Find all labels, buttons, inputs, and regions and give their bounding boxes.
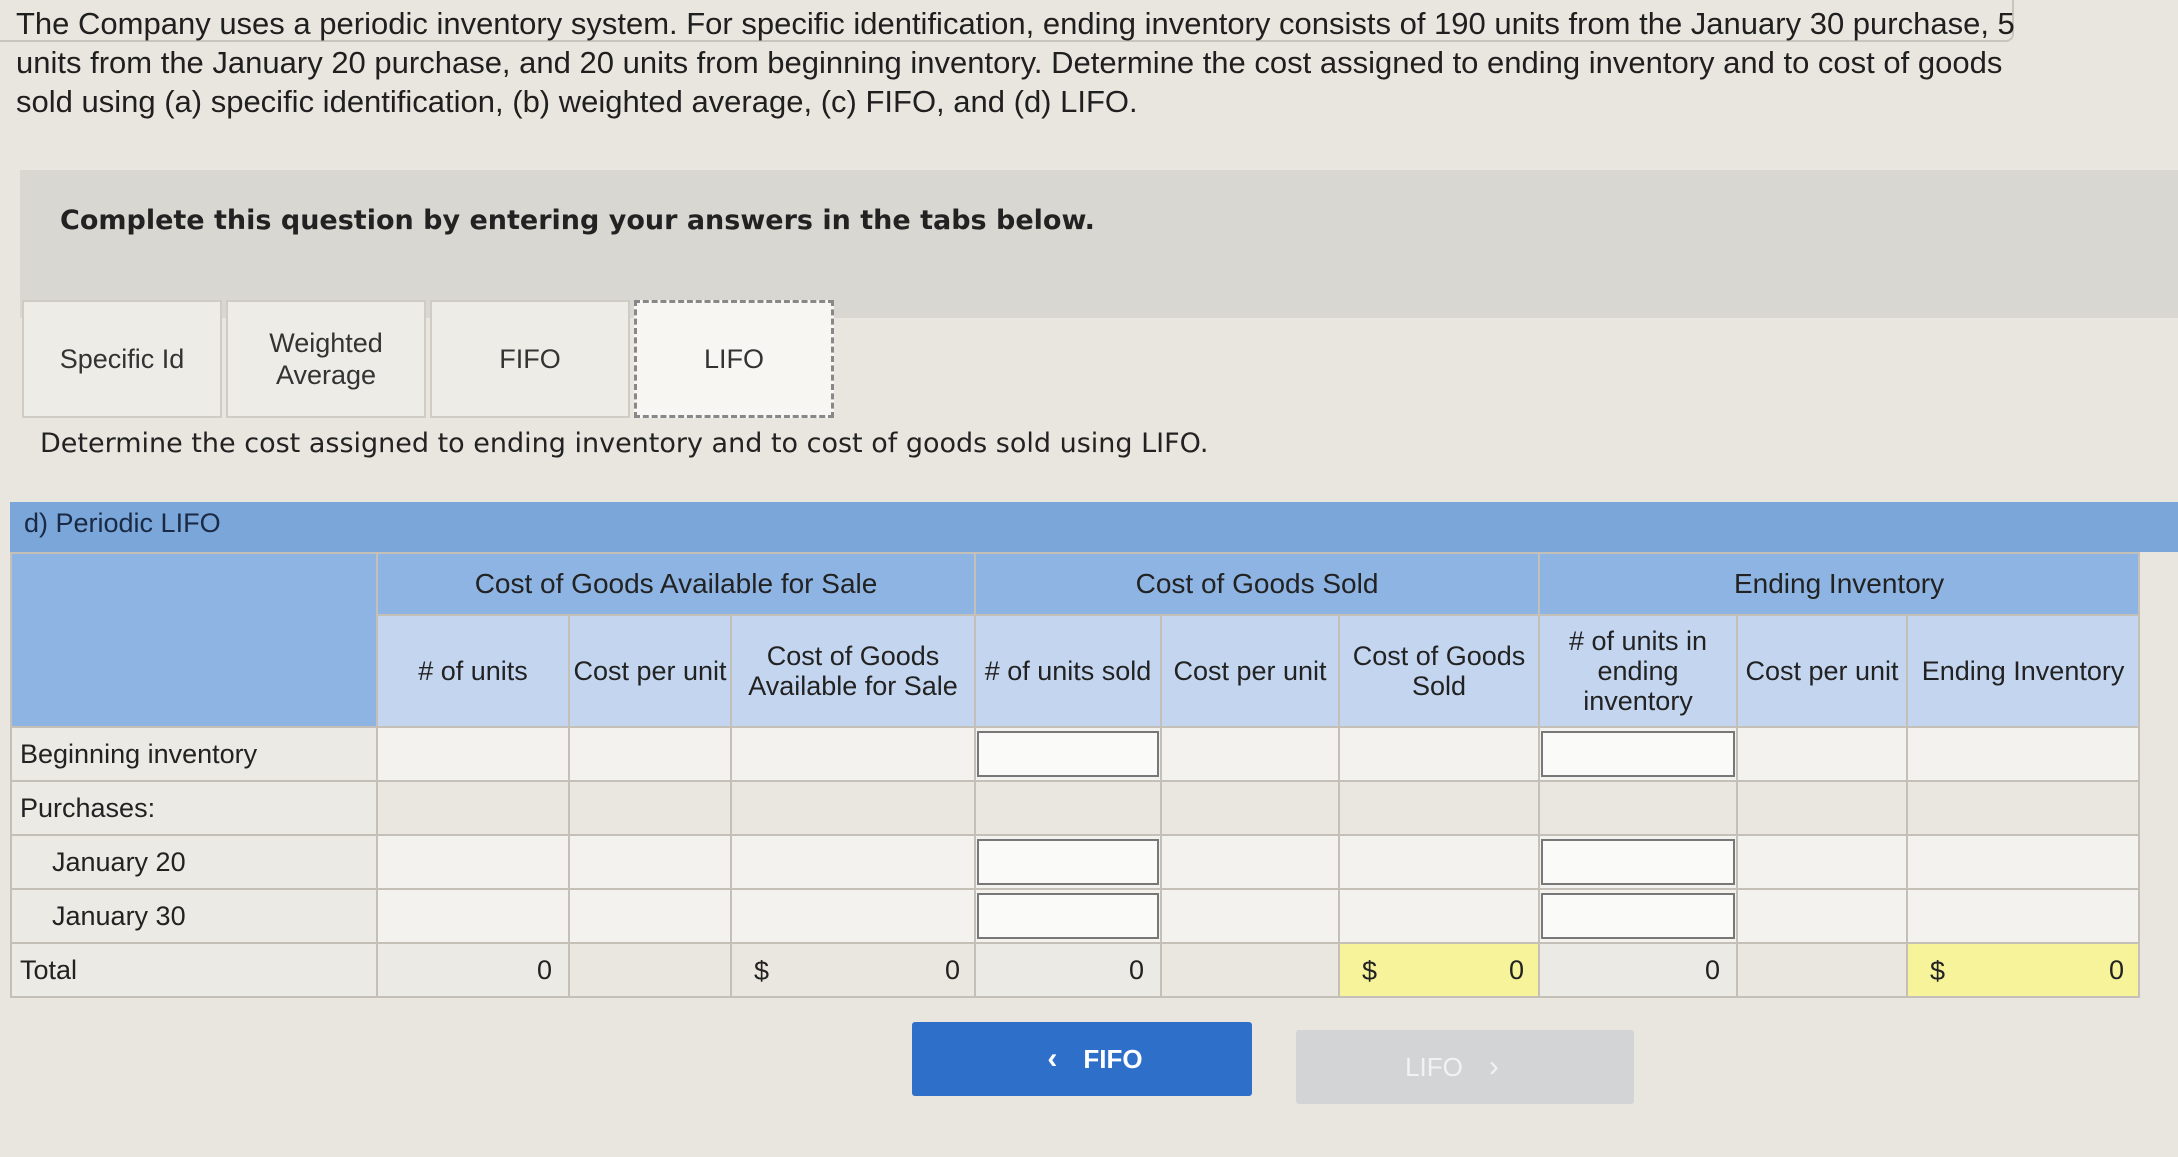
group-header-available: Cost of Goods Available for Sale bbox=[375, 552, 977, 616]
units-ending-input[interactable] bbox=[1538, 726, 1739, 782]
col-ending-cost-per-unit: Cost per unit bbox=[1736, 614, 1909, 728]
empty-cell bbox=[568, 780, 732, 836]
currency-symbol: $ bbox=[1362, 956, 1378, 986]
row-label-beginning-inventory: Beginning inventory bbox=[10, 726, 378, 782]
tab-specific-id[interactable]: Specific Id bbox=[22, 300, 222, 418]
ending-inventory-input[interactable] bbox=[1906, 726, 2141, 782]
next-button-label: LIFO bbox=[1405, 1051, 1463, 1082]
total-units: 0 bbox=[376, 942, 570, 998]
empty-cell bbox=[1736, 780, 1909, 836]
ending-cost-per-unit-input[interactable] bbox=[1736, 834, 1909, 890]
ending-inventory-input[interactable] bbox=[1906, 888, 2141, 944]
table-row: January 20 bbox=[10, 834, 2141, 890]
currency-symbol: $ bbox=[754, 956, 770, 986]
sold-cost-per-unit-input[interactable] bbox=[1160, 888, 1341, 944]
empty-cell bbox=[1906, 780, 2141, 836]
chevron-right-icon: › bbox=[1488, 1050, 1499, 1083]
total-ending-inventory: $0 bbox=[1906, 942, 2141, 998]
col-units-ending: # of units in ending inventory bbox=[1538, 614, 1739, 728]
group-header-sold: Cost of Goods Sold bbox=[974, 552, 1541, 616]
cogas-input[interactable] bbox=[729, 726, 977, 782]
total-row: Total 0 $0 0 $0 0 $0 bbox=[10, 942, 2141, 998]
currency-symbol: $ bbox=[1930, 956, 1946, 986]
section-title: d) Periodic LIFO bbox=[24, 508, 221, 538]
units-ending-input[interactable] bbox=[1538, 834, 1739, 890]
cogas-input[interactable] bbox=[729, 834, 977, 890]
total-units-ending: 0 bbox=[1538, 942, 1739, 998]
col-units-sold: # of units sold bbox=[974, 614, 1163, 728]
cost-per-unit-input[interactable] bbox=[568, 834, 732, 890]
ending-inventory-input[interactable] bbox=[1906, 834, 2141, 890]
units-sold-input[interactable] bbox=[974, 888, 1163, 944]
total-units-sold: 0 bbox=[974, 942, 1163, 998]
empty-cell bbox=[376, 780, 570, 836]
cogs-input[interactable] bbox=[1338, 834, 1541, 890]
group-header-ending: Ending Inventory bbox=[1538, 552, 2141, 616]
empty-cell bbox=[1538, 780, 1739, 836]
col-sold-cost-per-unit: Cost per unit bbox=[1160, 614, 1341, 728]
units-sold-input[interactable] bbox=[974, 726, 1163, 782]
cost-per-unit-input[interactable] bbox=[568, 888, 732, 944]
lifo-table: Cost of Goods Available for Sale Cost of… bbox=[10, 552, 2141, 998]
cogas-input[interactable] bbox=[729, 888, 977, 944]
ending-cost-per-unit-input[interactable] bbox=[1736, 888, 1909, 944]
instruction-bar bbox=[20, 170, 2178, 318]
col-units: # of units bbox=[376, 614, 570, 728]
total-ending-inventory-value: 0 bbox=[2109, 954, 2125, 985]
cogs-input[interactable] bbox=[1338, 726, 1541, 782]
total-cogs-value: 0 bbox=[1509, 954, 1525, 985]
empty-cell bbox=[1338, 780, 1541, 836]
row-label-header bbox=[10, 552, 378, 728]
prev-fifo-button[interactable]: ‹ FIFO bbox=[912, 1022, 1252, 1096]
empty-cell bbox=[1736, 942, 1909, 998]
total-cogas-value: 0 bbox=[944, 954, 961, 985]
empty-cell bbox=[1160, 942, 1341, 998]
empty-cell bbox=[729, 780, 977, 836]
tab-fifo[interactable]: FIFO bbox=[430, 300, 630, 418]
col-cogs: Cost of Goods Sold bbox=[1338, 614, 1541, 728]
section-header bbox=[10, 502, 2178, 552]
row-label-total: Total bbox=[10, 942, 378, 998]
table-row: Purchases: bbox=[10, 780, 2141, 836]
total-cogas: $0 bbox=[729, 942, 977, 998]
empty-cell bbox=[568, 942, 732, 998]
row-label-january-30: January 30 bbox=[10, 888, 378, 944]
subinstruction-text: Determine the cost assigned to ending in… bbox=[40, 428, 1209, 459]
row-label-purchases: Purchases: bbox=[10, 780, 378, 836]
units-sold-input[interactable] bbox=[974, 834, 1163, 890]
units-ending-input[interactable] bbox=[1538, 888, 1739, 944]
cogs-input[interactable] bbox=[1338, 888, 1541, 944]
col-cogas: Cost of Goods Available for Sale bbox=[729, 614, 977, 728]
chevron-left-icon: ‹ bbox=[1047, 1042, 1058, 1075]
ending-cost-per-unit-input[interactable] bbox=[1736, 726, 1909, 782]
table-row: January 30 bbox=[10, 888, 2141, 944]
col-ending-inventory: Ending Inventory bbox=[1906, 614, 2141, 728]
units-input[interactable] bbox=[376, 888, 570, 944]
empty-cell bbox=[1160, 780, 1341, 836]
empty-cell bbox=[974, 780, 1163, 836]
question-text: The Company uses a periodic inventory sy… bbox=[16, 6, 2015, 119]
sold-cost-per-unit-input[interactable] bbox=[1160, 834, 1341, 890]
row-label-january-20: January 20 bbox=[10, 834, 378, 890]
prev-button-label: FIFO bbox=[1083, 1043, 1143, 1074]
instruction-text: Complete this question by entering your … bbox=[60, 205, 1095, 236]
sold-cost-per-unit-input[interactable] bbox=[1160, 726, 1341, 782]
cost-per-unit-input[interactable] bbox=[568, 726, 732, 782]
tab-weighted-average[interactable]: Weighted Average bbox=[226, 300, 426, 418]
next-lifo-button[interactable]: LIFO › bbox=[1296, 1030, 1634, 1104]
tab-lifo[interactable]: LIFO bbox=[634, 300, 834, 418]
total-cogs: $0 bbox=[1338, 942, 1541, 998]
units-input[interactable] bbox=[376, 834, 570, 890]
col-cost-per-unit: Cost per unit bbox=[568, 614, 732, 728]
table-row: Beginning inventory bbox=[10, 726, 2141, 782]
units-input[interactable] bbox=[376, 726, 570, 782]
